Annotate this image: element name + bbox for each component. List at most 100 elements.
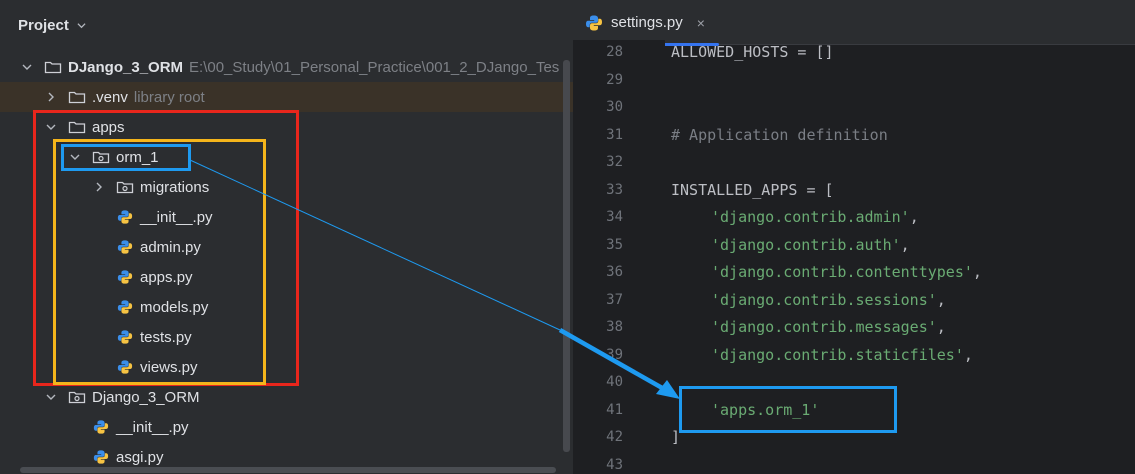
tree-item-label: views.py — [140, 358, 198, 376]
panel-title: Project — [18, 16, 69, 34]
line-number: 35 — [606, 236, 623, 253]
code-token: # Application definition — [671, 125, 888, 144]
chevron-down-icon[interactable] — [77, 21, 86, 30]
chevron-down-icon[interactable] — [70, 152, 80, 162]
tree-item-label: tests.py — [140, 328, 192, 346]
line-number: 31 — [606, 126, 623, 143]
tree-item-label: migrations — [140, 178, 210, 196]
tree-item-label: DJango_3_ORM — [68, 58, 184, 76]
python-file-icon — [93, 420, 109, 434]
tree-item-label: .venv — [92, 88, 128, 106]
tree-item-orm-1[interactable]: orm_1 — [0, 142, 573, 172]
code-token: 'django.contrib.messages' — [711, 318, 937, 336]
code-token: 'apps.orm_1' — [711, 400, 820, 419]
tree-item-label: apps — [92, 118, 125, 136]
line-number: 37 — [606, 291, 623, 308]
tree-item-file[interactable]: apps.py — [0, 262, 573, 292]
python-file-icon — [117, 300, 133, 314]
tree-item-file[interactable]: __init__.py — [0, 412, 573, 442]
tree-item-label: __init__.py — [116, 418, 189, 436]
tree-item-label: admin.py — [140, 238, 201, 256]
python-file-icon — [93, 450, 109, 464]
tree-item-label: Django_3_ORM — [92, 388, 200, 406]
tree-item-file[interactable]: __init__.py — [0, 202, 573, 232]
code-punctuation: , — [900, 235, 910, 254]
package-folder-icon — [92, 151, 110, 164]
tree-item-file[interactable]: admin.py — [0, 232, 573, 262]
line-number: 38 — [606, 319, 623, 335]
tree-item-django-package[interactable]: Django_3_ORM — [0, 382, 573, 412]
python-file-icon — [117, 210, 133, 224]
line-number-gutter: 28 29 30 31 32 33 34 35 36 37 38 39 40 41 42 43 — [573, 40, 665, 474]
code-line: INSTALLED_APPS = [ — [671, 181, 834, 199]
code-editor[interactable]: settings.py × 28 29 30 31 32 33 34 35 36 37 38 39 40… — [573, 0, 1135, 474]
tree-item-venv[interactable]: .venv library root — [0, 82, 573, 112]
tab-settings-py[interactable]: settings.py × — [585, 0, 705, 45]
code-token: 'django.contrib.sessions' — [711, 290, 937, 309]
tree-item-label: models.py — [140, 298, 209, 316]
tree-item-label: __init__.py — [140, 208, 213, 226]
tree-item-label: orm_1 — [116, 148, 159, 166]
chevron-down-icon[interactable] — [46, 392, 56, 402]
code-punctuation: , — [936, 290, 946, 309]
tree-item-label: asgi.py — [116, 448, 164, 466]
code-punctuation: , — [963, 345, 973, 364]
code-line: # Application definition — [671, 126, 888, 144]
editor-tab-bar: settings.py × — [573, 0, 1135, 46]
tree-item-file[interactable]: models.py — [0, 292, 573, 322]
project-panel-header[interactable]: Project — [0, 0, 573, 50]
python-file-icon — [117, 360, 133, 374]
code-punctuation: , — [972, 263, 982, 281]
line-number: 39 — [606, 346, 623, 363]
code-line: ALLOWED_HOSTS = [] — [671, 43, 834, 61]
line-number: 29 — [606, 71, 623, 88]
code-punctuation: , — [909, 208, 919, 226]
code-punctuation: , — [936, 318, 946, 336]
tree-item-hint: library root — [133, 88, 205, 106]
package-folder-icon — [68, 391, 86, 404]
code-token: 'django.contrib.staticfiles' — [711, 345, 964, 364]
chevron-right-icon[interactable] — [94, 182, 104, 192]
code-line: 'django.contrib.auth', — [711, 236, 910, 254]
folder-icon — [44, 61, 62, 74]
code-token: INSTALLED_APPS = [ — [671, 180, 834, 199]
code-line: 'django.contrib.sessions', — [711, 291, 946, 309]
tree-item-file[interactable]: views.py — [0, 352, 573, 382]
tab-label: settings.py — [611, 14, 683, 31]
tree-item-project-root[interactable]: DJango_3_ORM E:\00_Study\01_Personal_Pra… — [0, 52, 573, 82]
code-token: ALLOWED_HOSTS = [] — [671, 43, 834, 61]
tree-item-apps[interactable]: apps — [0, 112, 573, 142]
code-line: ] — [671, 428, 680, 446]
python-file-icon — [117, 240, 133, 254]
line-number: 34 — [606, 209, 623, 225]
chevron-down-icon[interactable] — [22, 62, 32, 72]
vertical-scrollbar[interactable] — [563, 60, 570, 452]
code-token: 'django.contrib.auth' — [711, 235, 901, 254]
tree-item-path: E:\00_Study\01_Personal_Practice\001_2_D… — [189, 58, 560, 76]
code-line: 'apps.orm_1' — [711, 401, 819, 419]
close-icon[interactable]: × — [697, 15, 705, 31]
code-line: 'django.contrib.admin', — [711, 208, 919, 226]
code-line: 'django.contrib.contenttypes', — [711, 263, 982, 281]
python-file-icon — [117, 330, 133, 344]
horizontal-scrollbar[interactable] — [20, 467, 556, 473]
line-number: 40 — [606, 374, 623, 390]
project-panel: Project DJango_3_ORM E:\00_Study\01_Pers… — [0, 0, 573, 474]
line-number: 36 — [606, 264, 623, 280]
chevron-down-icon[interactable] — [46, 122, 56, 132]
code-token: 'django.contrib.admin' — [711, 208, 910, 226]
tree-item-file[interactable]: tests.py — [0, 322, 573, 352]
tree-item-migrations[interactable]: migrations — [0, 172, 573, 202]
package-folder-icon — [116, 181, 134, 194]
line-number: 30 — [606, 99, 623, 115]
code-token: ] — [671, 428, 681, 446]
line-number: 42 — [606, 429, 623, 445]
line-number: 32 — [606, 154, 623, 170]
line-number: 33 — [606, 181, 623, 198]
tree-item-label: apps.py — [140, 268, 193, 286]
line-number: 41 — [606, 401, 623, 418]
line-number: 43 — [606, 456, 623, 473]
python-file-icon — [586, 15, 602, 30]
code-line: 'django.contrib.messages', — [711, 318, 946, 336]
chevron-right-icon[interactable] — [46, 92, 56, 102]
